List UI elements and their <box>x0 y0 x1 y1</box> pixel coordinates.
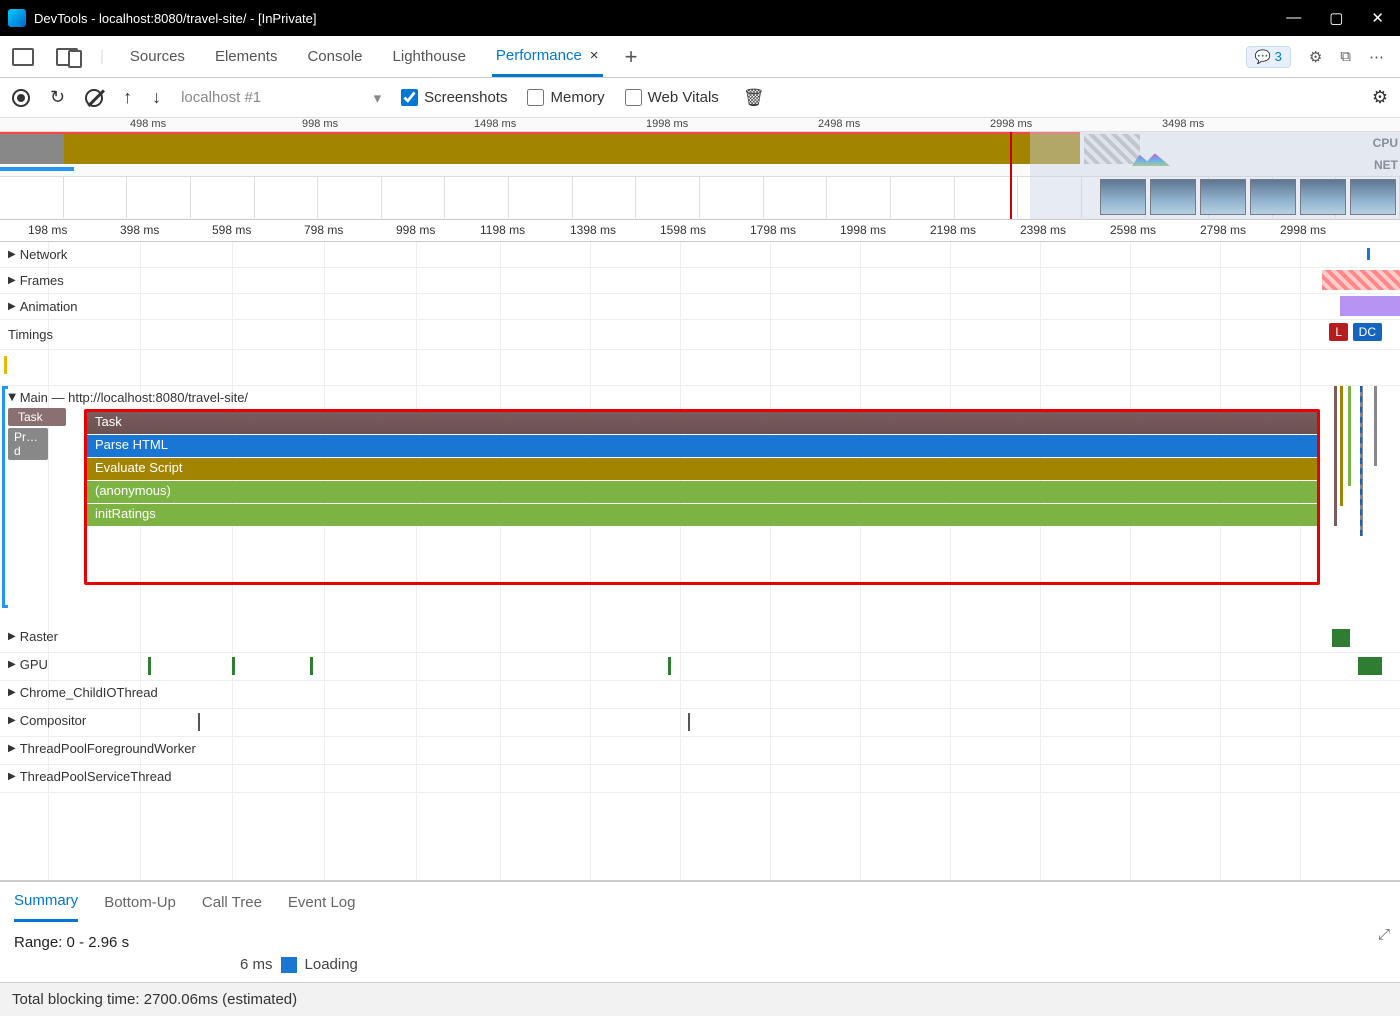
tab-call-tree[interactable]: Call Tree <box>202 882 262 922</box>
expand-icon[interactable]: ⤢ <box>1378 926 1390 943</box>
tab-sources[interactable]: Sources <box>126 36 189 77</box>
reload-record-button[interactable]: ↻ <box>50 87 65 108</box>
overview-timeline[interactable]: 498 ms998 ms1498 ms1998 ms2498 ms2998 ms… <box>0 118 1400 220</box>
download-button[interactable]: ↓ <box>152 87 161 108</box>
devtools-tabstrip: | Sources Elements Console Lighthouse Pe… <box>0 36 1400 78</box>
flame-task[interactable]: Task <box>87 412 1317 434</box>
window-titlebar: DevTools - localhost:8080/travel-site/ -… <box>0 0 1400 36</box>
post-flame-stripes <box>1330 386 1400 556</box>
flame-chart-area[interactable]: 198 ms398 ms598 ms798 ms998 ms1198 ms139… <box>0 220 1400 880</box>
settings-gear-icon[interactable]: ⚙ <box>1309 48 1322 66</box>
summary-panel: Range: 0 - 2.96 s 6 msLoading ⤢ <box>0 922 1400 982</box>
filmstrip <box>0 176 1400 218</box>
main-track-label: Main — http://localhost:8080/travel-site… <box>20 390 248 405</box>
overview-ruler: 498 ms998 ms1498 ms1998 ms2498 ms2998 ms… <box>0 118 1400 132</box>
flame-evaluate-script[interactable]: Evaluate Script <box>87 458 1317 480</box>
track-gpu[interactable]: ▶GPU <box>0 653 1400 681</box>
minimize-button[interactable]: — <box>1286 9 1301 27</box>
flame-highlight[interactable]: Task Parse HTML Evaluate Script (anonymo… <box>84 409 1320 585</box>
recording-select[interactable]: localhost #1▾ <box>181 89 381 107</box>
loading-swatch <box>281 957 297 973</box>
tab-bottom-up[interactable]: Bottom-Up <box>104 882 176 922</box>
device-toggle-icon[interactable] <box>56 48 78 66</box>
net-overview <box>0 166 1400 176</box>
add-tab-button[interactable]: + <box>625 44 638 70</box>
window-title: DevTools - localhost:8080/travel-site/ -… <box>34 11 317 26</box>
summary-legend: 6 msLoading <box>240 956 358 973</box>
track-raster[interactable]: ▶Raster <box>0 625 1400 653</box>
close-icon[interactable]: × <box>590 47 599 64</box>
tab-summary[interactable]: Summary <box>14 882 78 922</box>
status-bar: Total blocking time: 2700.06ms (estimate… <box>0 982 1400 1016</box>
performance-toolbar: ↻ ↑ ↓ localhost #1▾ Screenshots Memory W… <box>0 78 1400 118</box>
close-window-button[interactable]: ✕ <box>1371 9 1384 27</box>
detail-ruler: 198 ms398 ms598 ms798 ms998 ms1198 ms139… <box>0 220 1400 242</box>
trash-icon[interactable]: 🗑 <box>743 88 765 108</box>
track-network[interactable]: ▶Network <box>0 242 1400 268</box>
flame-parse-html[interactable]: Parse HTML <box>87 435 1317 457</box>
total-blocking-time: Total blocking time: 2700.06ms (estimate… <box>12 991 297 1008</box>
track-childio[interactable]: ▶Chrome_ChildIOThread <box>0 681 1400 709</box>
flame-initratings[interactable]: initRatings <box>87 504 1317 526</box>
more-icon[interactable]: ⋯ <box>1369 48 1384 66</box>
screenshots-checkbox[interactable]: Screenshots <box>401 89 507 106</box>
summary-range: Range: 0 - 2.96 s <box>14 934 1386 951</box>
tab-performance[interactable]: Performance× <box>492 36 603 77</box>
track-animation[interactable]: ▶Animation <box>0 294 1400 320</box>
track-timings[interactable]: Timings L DC <box>0 320 1400 350</box>
webvitals-checkbox[interactable]: Web Vitals <box>625 89 719 106</box>
dock-icon[interactable]: ⧉ <box>1340 48 1351 65</box>
app-icon <box>8 9 26 27</box>
summary-tabstrip: Summary Bottom-Up Call Tree Event Log <box>0 880 1400 922</box>
record-button[interactable] <box>12 89 30 107</box>
tab-lighthouse[interactable]: Lighthouse <box>389 36 470 77</box>
track-main[interactable]: ▶Main — http://localhost:8080/travel-sit… <box>0 386 1400 625</box>
tab-console[interactable]: Console <box>303 36 366 77</box>
overview-handle[interactable] <box>1010 132 1012 219</box>
cpu-overview <box>0 132 1400 166</box>
track-compositor[interactable]: ▶Compositor <box>0 709 1400 737</box>
spacer-row <box>0 350 1400 386</box>
pre-flame-chips: Task Pr…d <box>8 408 66 460</box>
upload-button[interactable]: ↑ <box>123 87 132 108</box>
tab-event-log[interactable]: Event Log <box>288 882 356 922</box>
maximize-button[interactable]: ▢ <box>1329 9 1343 27</box>
tab-elements[interactable]: Elements <box>211 36 282 77</box>
track-frames[interactable]: ▶Frames <box>0 268 1400 294</box>
issues-badge[interactable]: 💬 3 <box>1246 46 1291 68</box>
flame-anonymous[interactable]: (anonymous) <box>87 481 1317 503</box>
capture-settings-icon[interactable]: ⚙ <box>1372 87 1388 108</box>
timing-badge-dc[interactable]: DC <box>1353 323 1382 341</box>
inspect-icon[interactable] <box>12 48 34 66</box>
track-tpfg[interactable]: ▶ThreadPoolForegroundWorker <box>0 737 1400 765</box>
timing-badge-l[interactable]: L <box>1329 323 1348 341</box>
memory-checkbox[interactable]: Memory <box>527 89 604 106</box>
clear-button[interactable] <box>85 89 103 107</box>
track-tpsvc[interactable]: ▶ThreadPoolServiceThread <box>0 765 1400 793</box>
